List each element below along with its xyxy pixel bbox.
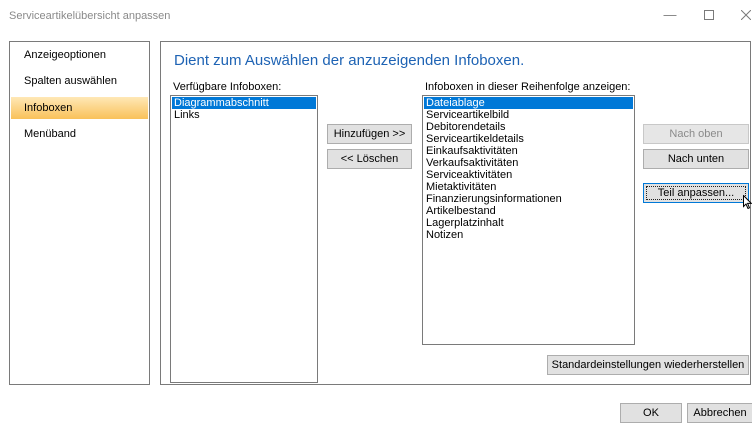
list-item[interactable]: Finanzierungsinformationen xyxy=(424,193,633,205)
close-icon xyxy=(740,9,752,21)
list-item[interactable]: Artikelbestand xyxy=(424,205,633,217)
window-title: Serviceartikelübersicht anpassen xyxy=(9,10,171,22)
restore-defaults-button[interactable]: Standardeinstellungen wiederherstellen xyxy=(547,355,749,375)
customize-part-button[interactable]: Teil anpassen... xyxy=(643,183,749,203)
mouse-pointer-icon xyxy=(743,195,752,209)
nav-item-menueband[interactable]: Menüband xyxy=(11,123,148,145)
available-infoboxes-label: Verfügbare Infoboxen: xyxy=(173,81,282,93)
list-item[interactable]: Diagrammabschnitt xyxy=(172,97,316,109)
navigation-list: Anzeigeoptionen Spalten auswählen Infobo… xyxy=(9,41,150,385)
nav-item-infoboxen[interactable]: Infoboxen xyxy=(11,97,148,119)
shown-infoboxes-list[interactable]: Dateiablage Serviceartikelbild Debitoren… xyxy=(422,95,635,345)
nav-item-spalten-auswaehlen[interactable]: Spalten auswählen xyxy=(11,70,148,92)
nav-item-anzeigeoptionen[interactable]: Anzeigeoptionen xyxy=(11,44,148,66)
list-item[interactable]: Einkaufsaktivitäten xyxy=(424,145,633,157)
list-item[interactable]: Lagerplatzinhalt xyxy=(424,217,633,229)
list-item[interactable]: Serviceartikelbild xyxy=(424,109,633,121)
panel-heading: Dient zum Auswählen der anzuzeigenden In… xyxy=(174,52,525,69)
close-button[interactable] xyxy=(732,6,752,24)
list-item[interactable]: Mietaktivitäten xyxy=(424,181,633,193)
list-item[interactable]: Links xyxy=(172,109,316,121)
list-item[interactable]: Serviceaktivitäten xyxy=(424,169,633,181)
cancel-button[interactable]: Abbrechen xyxy=(687,403,752,423)
minimize-button[interactable]: — xyxy=(656,6,684,24)
move-up-button[interactable]: Nach oben xyxy=(643,124,749,144)
move-down-button[interactable]: Nach unten xyxy=(643,149,749,169)
list-item[interactable]: Notizen xyxy=(424,229,633,241)
list-item[interactable]: Dateiablage xyxy=(424,97,633,109)
list-item[interactable]: Serviceartikeldetails xyxy=(424,133,633,145)
remove-button[interactable]: << Löschen xyxy=(327,149,412,169)
available-infoboxes-list[interactable]: Diagrammabschnitt Links xyxy=(170,95,318,383)
minimize-icon: — xyxy=(663,7,677,22)
list-item[interactable]: Debitorendetails xyxy=(424,121,633,133)
shown-infoboxes-label: Infoboxen in dieser Reihenfolge anzeigen… xyxy=(425,81,631,93)
add-button[interactable]: Hinzufügen >> xyxy=(327,124,412,144)
maximize-button[interactable] xyxy=(695,6,723,24)
ok-button[interactable]: OK xyxy=(620,403,682,423)
maximize-icon xyxy=(704,10,714,20)
list-item[interactable]: Verkaufsaktivitäten xyxy=(424,157,633,169)
